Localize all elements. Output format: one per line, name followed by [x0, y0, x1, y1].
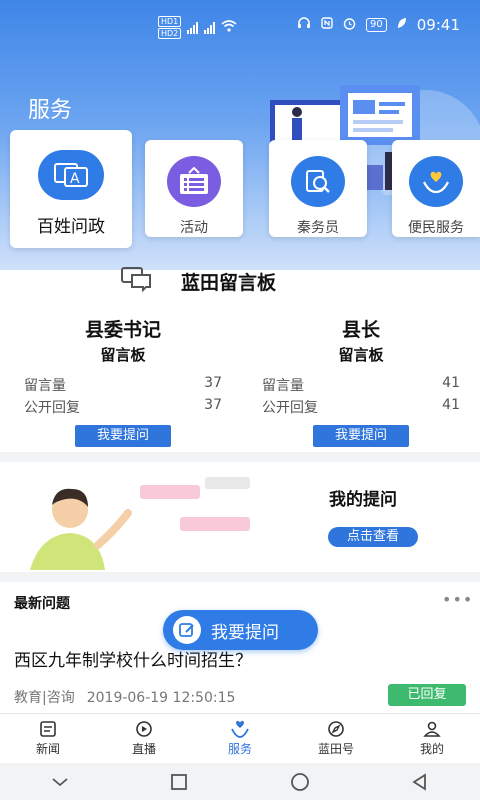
board-card-subtitle: 留言板 — [100, 346, 146, 364]
floating-ask-button[interactable]: 我要提问 — [163, 610, 318, 650]
board-title: 蓝田留言板 — [181, 272, 277, 294]
stat-value: 37 — [204, 397, 222, 413]
question-meta: 教育|咨询 2019-06-19 12:50:15 — [14, 687, 235, 707]
tab-label: 直播 — [131, 742, 156, 756]
signal-icon — [187, 21, 199, 34]
service-label: 秦务员 — [297, 220, 339, 236]
stat-value: 41 — [442, 397, 460, 413]
news-icon — [40, 721, 56, 737]
hd-icon: HD1 HD2 — [158, 16, 182, 39]
live-icon — [136, 721, 152, 737]
tab-lantian-account[interactable]: 蓝田号 — [288, 714, 384, 763]
edit-icon — [173, 616, 201, 644]
user-icon — [423, 721, 441, 737]
ask-county-head-button[interactable]: 我要提问 — [313, 425, 409, 447]
page-title: 服务 — [28, 98, 73, 123]
question-category: 教育|咨询 — [14, 690, 75, 706]
battery-indicator: 90 — [366, 18, 387, 32]
stat-label: 公开回复 — [262, 400, 318, 416]
heart-hand-icon — [409, 156, 463, 207]
more-options-icon[interactable]: ••• — [442, 590, 473, 609]
stat-row-messages: 留言量 41 — [258, 375, 464, 395]
stat-row-replies: 公开回复 37 — [20, 397, 226, 417]
signal-indicators: HD1 HD2 — [158, 16, 237, 39]
section-divider — [0, 572, 480, 582]
board-card-title: 县委书记 — [84, 319, 161, 341]
back-triangle-icon[interactable] — [410, 772, 430, 792]
my-questions-title: 我的提问 — [329, 490, 397, 510]
chat-a-icon: A — [38, 150, 104, 200]
stat-row-replies: 公开回复 41 — [258, 397, 464, 417]
service-label: 活动 — [180, 220, 208, 236]
system-nav-bar — [0, 763, 480, 800]
system-indicators: 90 09:41 — [297, 16, 460, 34]
status-bar: HD1 HD2 90 09:41 — [0, 0, 480, 50]
service-card-civil-servant[interactable]: 秦务员 — [269, 140, 367, 237]
recents-square-icon[interactable] — [169, 772, 189, 792]
svg-text:A: A — [70, 171, 80, 187]
signal-icon-2 — [204, 21, 216, 34]
tab-news[interactable]: 新闻 — [0, 714, 96, 763]
stat-value: 41 — [442, 375, 460, 391]
person-illustration — [30, 477, 250, 570]
service-card-activity[interactable]: 活动 — [145, 140, 243, 237]
floating-ask-label: 我要提问 — [211, 622, 279, 643]
service-page: HD1 HD2 90 09:41 服务 A 百姓问政 活动 秦务员 便民服务 蓝… — [0, 0, 480, 800]
stat-label: 留言量 — [24, 378, 66, 394]
status-badge: 已回复 — [388, 684, 466, 706]
tab-label: 蓝田号 — [317, 742, 354, 756]
ask-secretary-button[interactable]: 我要提问 — [75, 425, 171, 447]
latest-questions-title: 最新问题 — [14, 596, 70, 612]
home-circle-icon[interactable] — [289, 771, 311, 793]
bottom-tab-bar: 新闻 直播 服务 蓝田号 我的 — [0, 713, 480, 763]
search-doc-icon — [291, 156, 345, 207]
leaf-icon — [397, 17, 407, 33]
tab-me[interactable]: 我的 — [384, 714, 480, 763]
alarm-icon — [343, 17, 356, 34]
tab-live[interactable]: 直播 — [96, 714, 192, 763]
board-card-subtitle: 留言板 — [338, 346, 384, 364]
stat-label: 留言量 — [262, 378, 304, 394]
nfc-icon — [321, 17, 333, 33]
stat-value: 37 — [204, 375, 222, 391]
question-date: 2019-06-19 12:50:15 — [86, 690, 236, 706]
section-divider — [0, 452, 480, 462]
stat-label: 公开回复 — [24, 400, 80, 416]
my-questions-banner — [0, 465, 480, 570]
tab-service[interactable]: 服务 — [192, 714, 288, 763]
service-label: 便民服务 — [408, 220, 464, 236]
chevron-down-icon[interactable] — [50, 776, 70, 788]
stat-row-messages: 留言量 37 — [20, 375, 226, 395]
compass-icon — [328, 721, 344, 737]
tab-label: 服务 — [227, 742, 252, 756]
list-sign-icon — [167, 156, 221, 207]
tab-label: 新闻 — [35, 742, 60, 756]
view-my-questions-button[interactable]: 点击查看 — [328, 527, 418, 547]
service-card-public-inquiry[interactable]: A 百姓问政 — [10, 130, 132, 248]
board-card-county-head: 县长 留言板 留言量 41 公开回复 41 我要提问 — [258, 305, 464, 447]
clock-time: 09:41 — [416, 16, 460, 34]
tab-label: 我的 — [419, 742, 444, 756]
wifi-icon — [221, 19, 237, 36]
service-card-convenience[interactable]: 便民服务 — [392, 140, 480, 237]
headphones-icon — [297, 17, 311, 33]
board-card-secretary: 县委书记 留言板 留言量 37 公开回复 37 我要提问 — [20, 305, 226, 447]
board-card-title: 县长 — [341, 319, 380, 341]
service-label: 百姓问政 — [37, 217, 105, 237]
service-icon — [231, 720, 249, 738]
message-board-icon — [121, 267, 151, 292]
